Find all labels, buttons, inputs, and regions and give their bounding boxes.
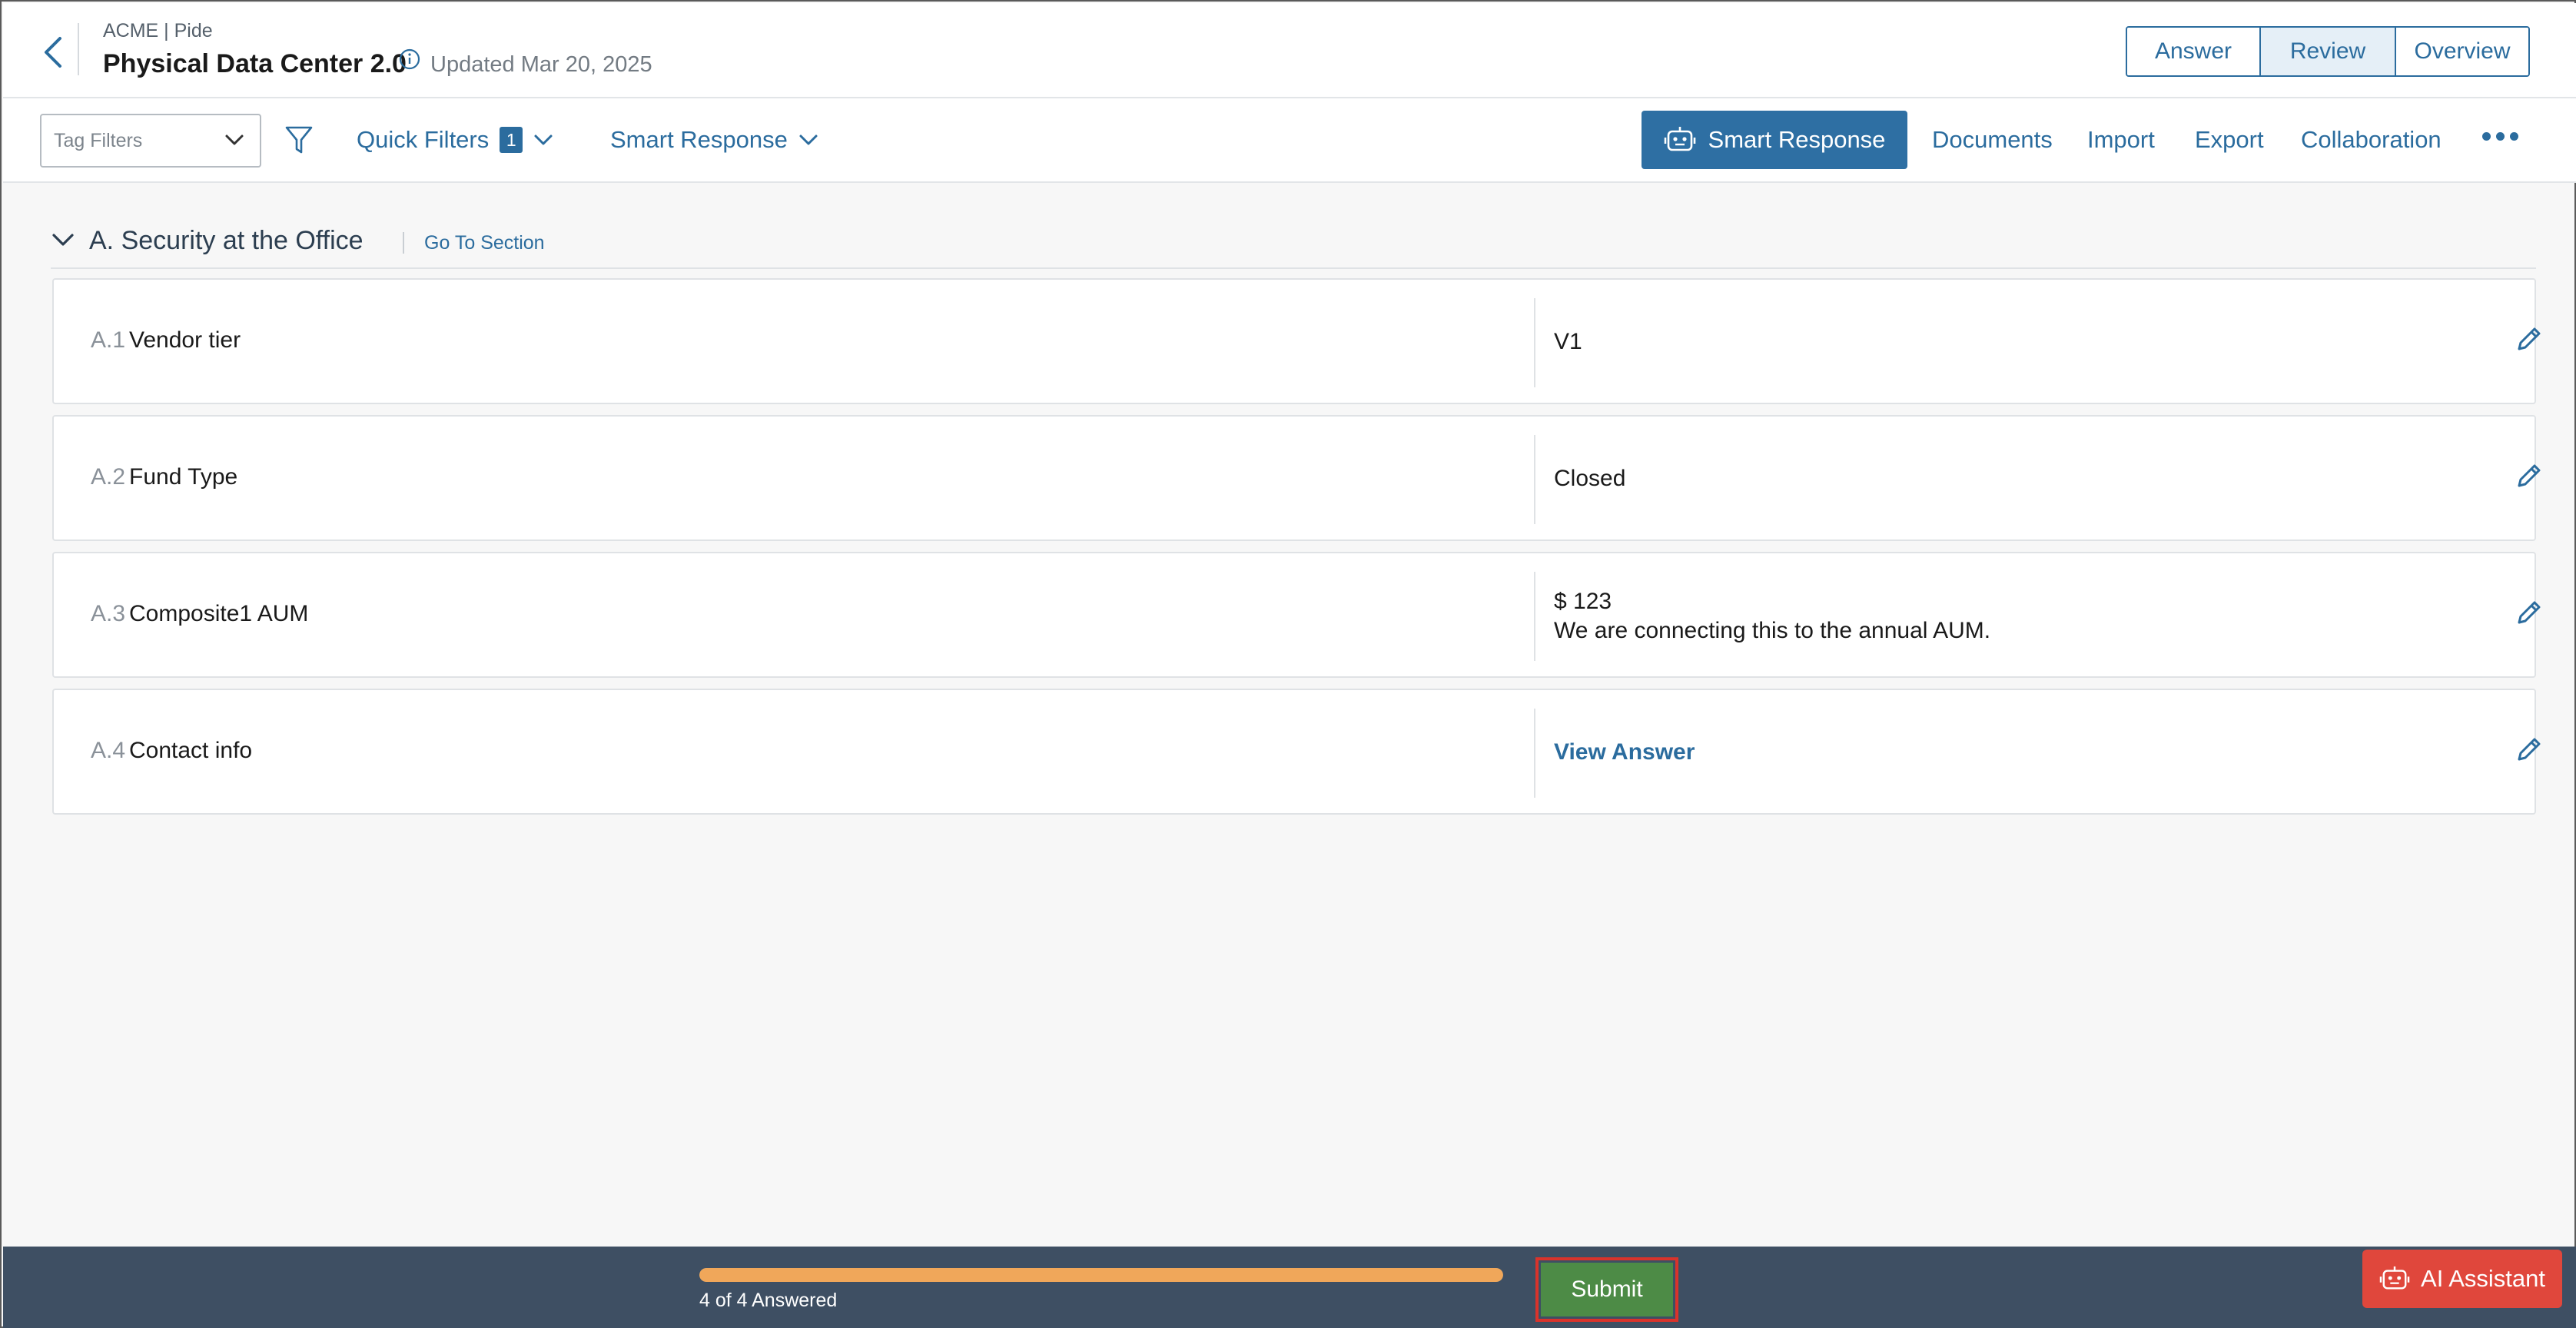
documents-link[interactable]: Documents — [1932, 126, 2053, 154]
footer-bar: 4 of 4 Answered Submit AI Assistant — [3, 1247, 2576, 1328]
ai-assistant-label: AI Assistant — [2421, 1265, 2545, 1292]
smart-response-dropdown[interactable]: Smart Response — [610, 126, 818, 154]
page-title: Physical Data Center 2.0 — [103, 49, 407, 78]
row-divider — [1534, 298, 1535, 387]
chevron-down-icon — [799, 134, 818, 145]
robot-icon — [2379, 1266, 2410, 1290]
section-divider — [403, 232, 404, 254]
chevron-left-icon — [45, 37, 61, 68]
header-divider — [78, 23, 79, 75]
robot-icon — [1664, 127, 1695, 151]
row-divider — [1534, 435, 1535, 524]
pencil-icon[interactable] — [2513, 323, 2545, 355]
pencil-icon[interactable] — [2513, 733, 2545, 765]
question-row[interactable]: A.1 Vendor tier V1 — [52, 278, 2541, 404]
quick-filters-dropdown[interactable]: Quick Filters 1 — [357, 126, 553, 154]
progress-text: 4 of 4 Answered — [699, 1290, 838, 1311]
answer-comment: We are connecting this to the annual AUM… — [1554, 618, 1991, 643]
view-answer-link[interactable]: View Answer — [1554, 738, 1695, 767]
tab-answer[interactable]: Answer — [2127, 28, 2261, 75]
tag-filters-placeholder: Tag Filters — [54, 129, 143, 151]
smart-response-button-label: Smart Response — [1708, 126, 1886, 153]
submit-button[interactable]: Submit — [1541, 1263, 1673, 1316]
import-link[interactable]: Import — [2087, 126, 2155, 154]
section-title: A. Security at the Office — [89, 226, 363, 255]
ai-assistant-button[interactable]: AI Assistant — [2362, 1250, 2562, 1308]
section-header: A. Security at the Office Go To Section — [51, 223, 2536, 269]
chevron-down-icon[interactable] — [51, 231, 75, 249]
row-divider — [1534, 709, 1535, 798]
app-window: ACME | Pide Physical Data Center 2.0 Upd… — [0, 0, 2576, 1328]
pencil-icon[interactable] — [2513, 460, 2545, 492]
question-row[interactable]: A.3 Composite1 AUM $ 123 We are connecti… — [52, 552, 2541, 678]
answer-text: Closed — [1554, 466, 1626, 491]
quick-filters-label: Quick Filters — [357, 126, 490, 153]
question-text: Contact info — [129, 738, 253, 763]
question-number: A.4 — [91, 738, 126, 763]
progress-bar-fill — [699, 1268, 1503, 1282]
row-divider — [1534, 572, 1535, 661]
filter-icon[interactable] — [284, 124, 314, 157]
page-header: ACME | Pide Physical Data Center 2.0 Upd… — [3, 3, 2576, 98]
question-text: Fund Type — [129, 464, 238, 490]
toolbar: Tag Filters Quick Filters 1 Smart Respon… — [3, 98, 2576, 183]
submit-highlight: Submit — [1535, 1257, 1678, 1322]
progress-bar — [699, 1268, 1503, 1282]
chevron-down-icon — [534, 134, 553, 145]
breadcrumb: ACME | Pide — [103, 20, 213, 42]
answer-text: V1 — [1554, 329, 1582, 354]
question-text: Composite1 AUM — [129, 601, 309, 626]
back-button[interactable] — [34, 31, 71, 74]
view-mode-tabs: Answer Review Overview — [2126, 26, 2530, 77]
quick-filters-count-badge: 1 — [500, 127, 523, 153]
answer-text: $ 123 — [1554, 589, 1612, 614]
question-number: A.1 — [91, 327, 126, 353]
question-number: A.2 — [91, 464, 126, 490]
tab-overview[interactable]: Overview — [2396, 28, 2528, 75]
updated-date: Updated Mar 20, 2025 — [430, 52, 652, 77]
pencil-icon[interactable] — [2513, 596, 2545, 629]
question-row[interactable]: A.4 Contact info View Answer — [52, 689, 2541, 815]
tag-filters-select[interactable]: Tag Filters — [40, 114, 261, 168]
question-number: A.3 — [91, 601, 126, 626]
question-row[interactable]: A.2 Fund Type Closed — [52, 415, 2541, 541]
smart-response-dropdown-label: Smart Response — [610, 126, 788, 153]
tab-review[interactable]: Review — [2261, 28, 2396, 75]
collaboration-link[interactable]: Collaboration — [2301, 126, 2442, 154]
export-link[interactable]: Export — [2195, 126, 2264, 154]
question-text: Vendor tier — [129, 327, 241, 353]
chevron-down-icon — [225, 134, 244, 145]
info-icon[interactable] — [398, 48, 421, 71]
more-options-icon[interactable] — [2482, 132, 2518, 141]
smart-response-button[interactable]: Smart Response — [1642, 111, 1907, 169]
go-to-section-link[interactable]: Go To Section — [424, 232, 545, 254]
